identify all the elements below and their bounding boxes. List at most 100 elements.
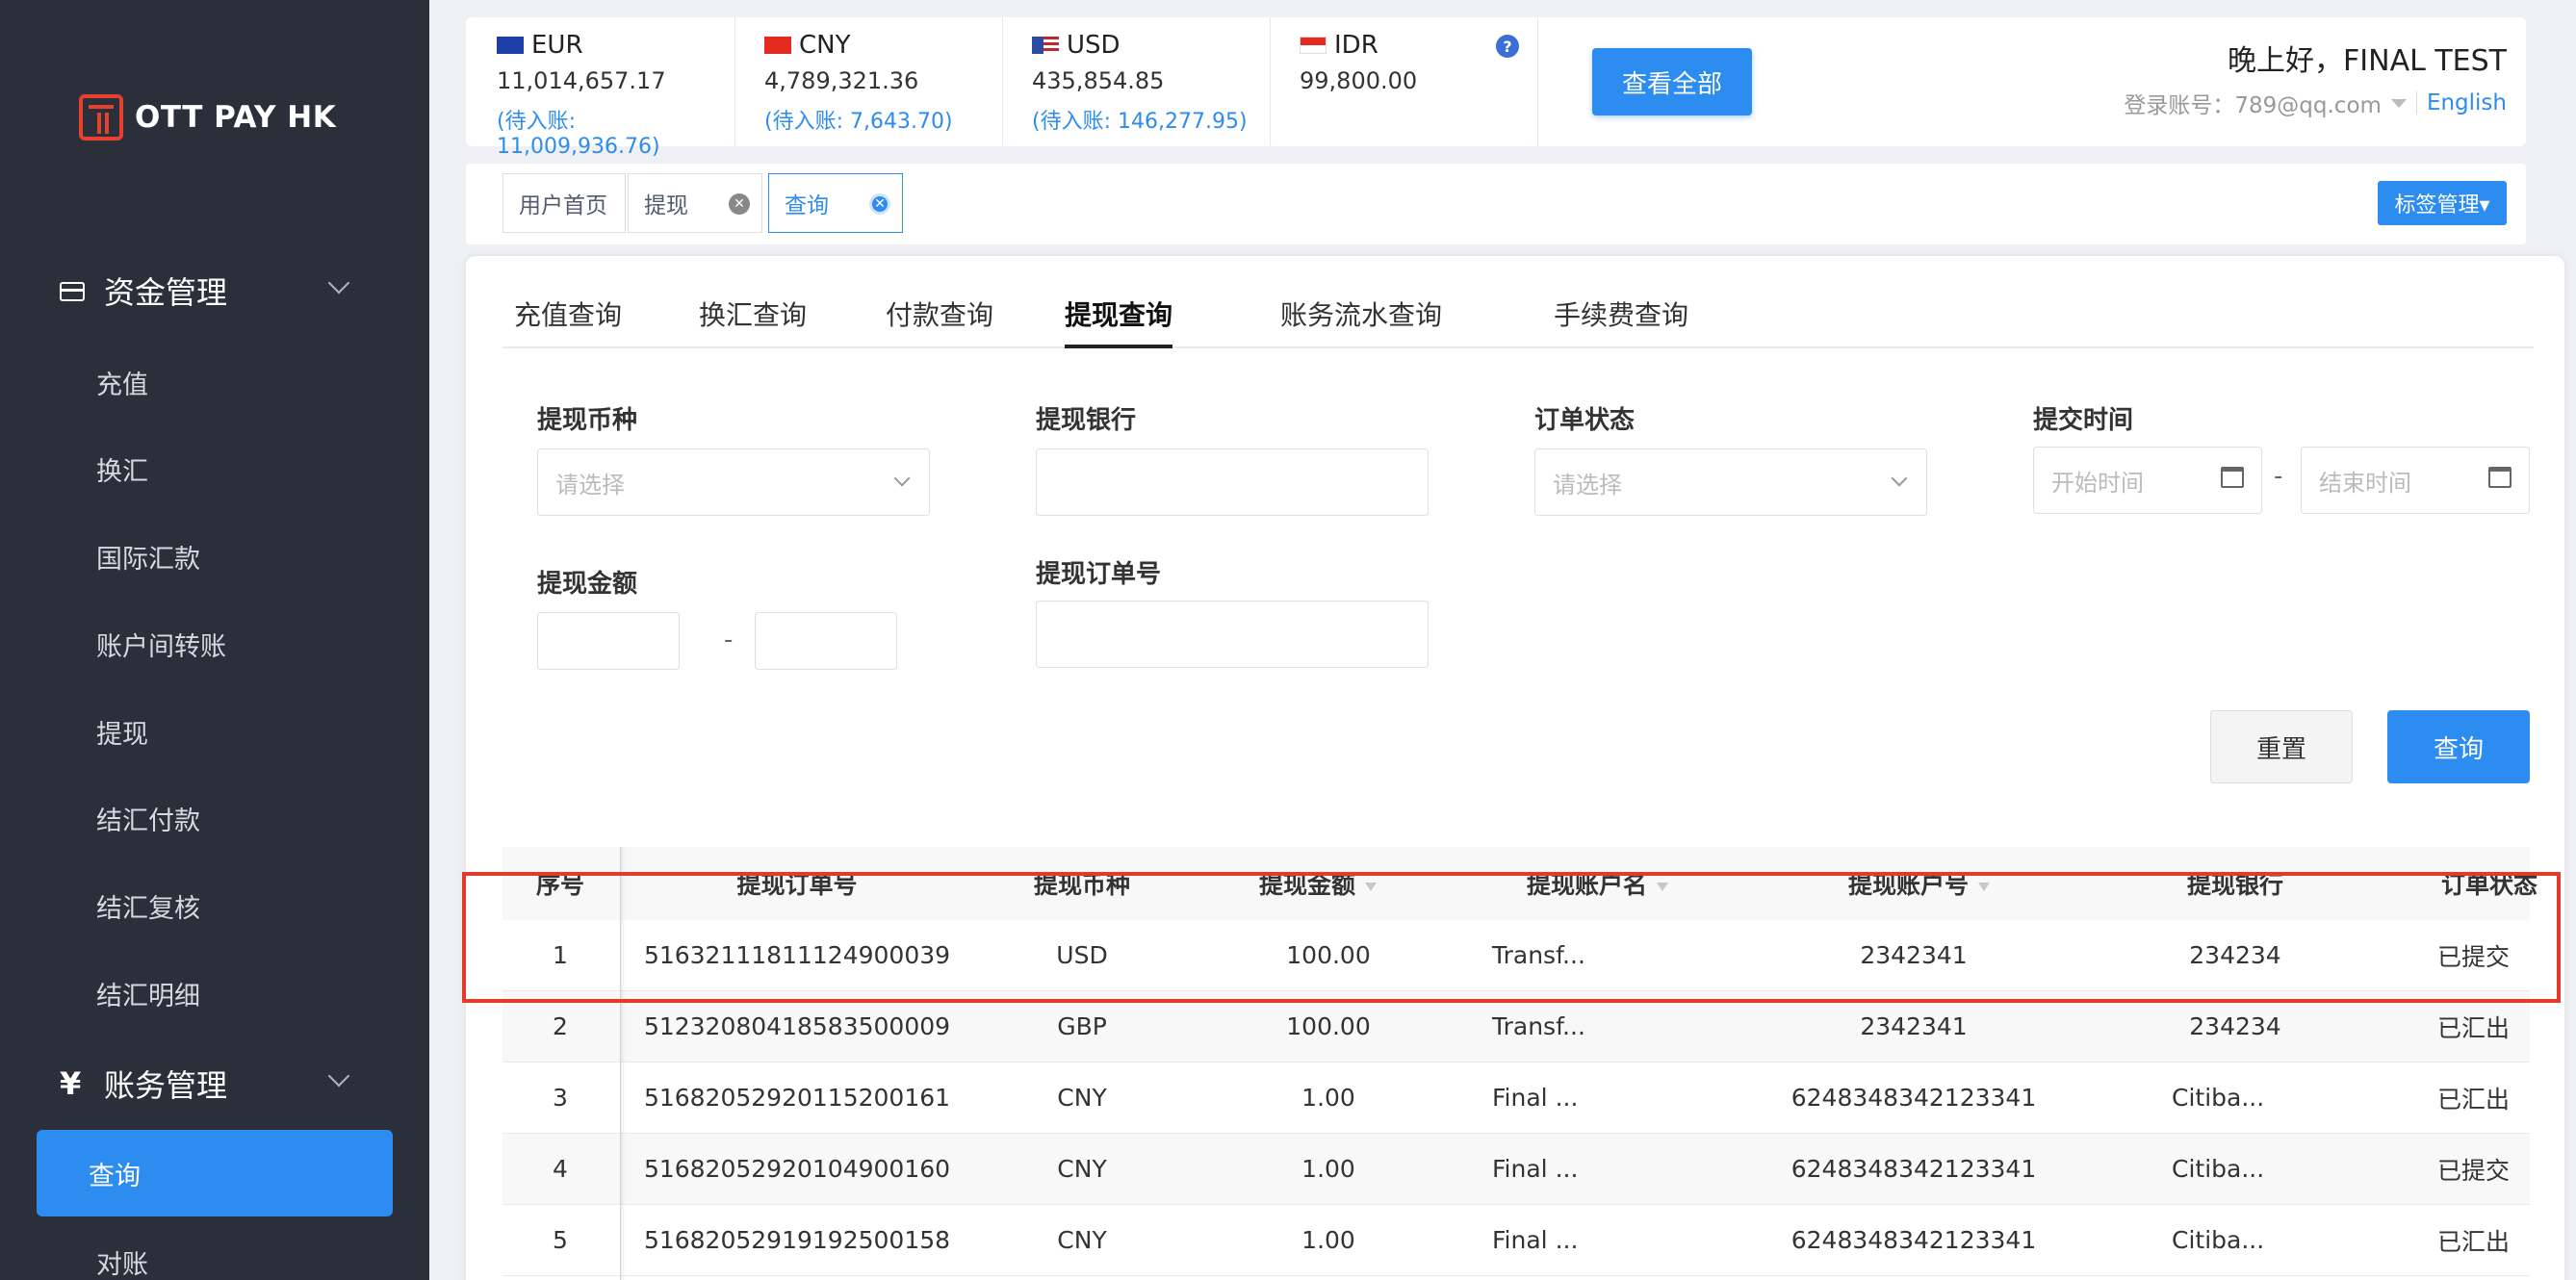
main-panel: 充值查询 换汇查询 付款查询 提现查询 账务流水查询 手续费查询 提现币种 请选… bbox=[466, 256, 2564, 1280]
chevron-down-icon bbox=[1891, 470, 1908, 487]
table-row[interactable]: 3 51682052920115200161 CNY 1.00 Final ..… bbox=[502, 1062, 2530, 1134]
bank-input[interactable] bbox=[1036, 448, 1429, 516]
sort-icon bbox=[1365, 882, 1378, 891]
sidebar-item-reconcile[interactable]: 对账 bbox=[0, 1228, 429, 1280]
order-number-input[interactable] bbox=[1036, 601, 1429, 668]
currency-bar: EUR 11,014,657.17 (待入账: 11,009,936.76) C… bbox=[466, 17, 2526, 159]
table-row[interactable]: 1 51632111811124900039 USD 100.00 Transf… bbox=[502, 920, 2530, 991]
cell-amount: 100.00 bbox=[1286, 941, 1371, 969]
end-date-input[interactable]: 结束时间 bbox=[2301, 447, 2530, 514]
tab-payment-query[interactable]: 付款查询 bbox=[886, 294, 993, 348]
header-label: 提现账户号 bbox=[1848, 871, 1970, 899]
currency-usd: USD 435,854.85 (待入账: 146,277.95) bbox=[1032, 17, 1271, 146]
nav-group-account-management[interactable]: ¥ 账务管理 bbox=[0, 1045, 429, 1122]
tab-fee-query[interactable]: 手续费查询 bbox=[1554, 294, 1688, 348]
currency-cny: CNY 4,789,321.36 (待入账: 7,643.70) bbox=[764, 17, 1003, 146]
currency-select[interactable]: 请选择 bbox=[537, 448, 930, 516]
cell-currency: CNY bbox=[1057, 1084, 1107, 1112]
tab-query[interactable]: 查询 ✕ bbox=[768, 173, 903, 233]
select-placeholder: 请选择 bbox=[555, 471, 625, 499]
header-order: 提现订单号 bbox=[736, 871, 858, 899]
nav-group-fund-management[interactable]: 资金管理 bbox=[0, 252, 429, 329]
tab-exchange-query[interactable]: 换汇查询 bbox=[699, 294, 807, 348]
logo-mark-icon bbox=[79, 94, 123, 141]
header-status: 订单状态 bbox=[2441, 871, 2538, 899]
sidebar-item-settle-pay[interactable]: 结汇付款 bbox=[0, 784, 429, 852]
sidebar-item-settle-detail[interactable]: 结汇明细 bbox=[0, 960, 429, 1027]
sidebar-item-query[interactable]: 查询 bbox=[37, 1130, 393, 1216]
nav-group-label: 资金管理 bbox=[104, 274, 228, 311]
table-header: 序号 提现订单号 提现币种 提现金额 提现账户名 提现账户号 提现银行 订单状态 bbox=[502, 847, 2537, 920]
chevron-down-icon bbox=[327, 271, 350, 294]
tab-ledger-query[interactable]: 账务流水查询 bbox=[1280, 294, 1442, 348]
tab-withdraw-query[interactable]: 提现查询 bbox=[1065, 294, 1173, 348]
currency-filter-label: 提现币种 bbox=[537, 406, 638, 435]
close-icon[interactable]: ✕ bbox=[729, 193, 750, 215]
reset-button[interactable]: 重置 bbox=[2210, 710, 2353, 783]
sidebar-item-label: 结汇付款 bbox=[96, 806, 200, 836]
cn-flag-icon bbox=[764, 37, 791, 54]
cell-order: 51682052920104900160 bbox=[643, 1155, 951, 1183]
tab-withdraw[interactable]: 提现 ✕ bbox=[628, 173, 762, 233]
date-range-dash: - bbox=[2274, 462, 2283, 491]
cell-account-name: Final ... bbox=[1492, 1155, 1579, 1183]
cell-amount: 100.00 bbox=[1286, 1012, 1371, 1040]
header-account-no[interactable]: 提现账户号 bbox=[1848, 866, 1991, 901]
divider bbox=[2415, 91, 2417, 115]
status-filter-label: 订单状态 bbox=[1534, 406, 1636, 435]
cell-account-no: 2342341 bbox=[1860, 1012, 1968, 1040]
status-select[interactable]: 请选择 bbox=[1534, 448, 1927, 516]
sidebar-item-recharge[interactable]: 充值 bbox=[0, 348, 429, 416]
login-account[interactable]: 登录账号：789@qq.com bbox=[2124, 87, 2382, 119]
table-row[interactable]: 2 51232080418583500009 GBP 100.00 Transf… bbox=[502, 991, 2530, 1062]
cell-no: 5 bbox=[553, 1226, 568, 1254]
currency-code: IDR bbox=[1334, 31, 1378, 60]
start-date-input[interactable]: 开始时间 bbox=[2033, 447, 2262, 514]
currency-pending: (待入账: 146,277.95) bbox=[1032, 110, 1248, 134]
currency-eur: EUR 11,014,657.17 (待入账: 11,009,936.76) bbox=[497, 17, 735, 159]
cell-account-no: 6248348342123341 bbox=[1790, 1226, 2037, 1254]
table-row[interactable]: 4 51682052920104900160 CNY 1.00 Final ..… bbox=[502, 1134, 2530, 1205]
currency-code: USD bbox=[1067, 31, 1121, 60]
sidebar-item-label: 查询 bbox=[89, 1161, 141, 1191]
header-amount[interactable]: 提现金额 bbox=[1259, 866, 1378, 901]
header-label: 提现金额 bbox=[1259, 871, 1356, 899]
close-icon[interactable]: ✕ bbox=[869, 193, 890, 215]
tab-home[interactable]: 用户首页 bbox=[502, 173, 626, 233]
amount-filter-label: 提现金额 bbox=[537, 570, 638, 599]
amount-min-input[interactable] bbox=[537, 612, 680, 670]
sidebar-item-label: 换汇 bbox=[96, 456, 148, 487]
table-row[interactable]: 5 51682052919192500158 CNY 1.00 Final ..… bbox=[502, 1205, 2530, 1276]
sidebar-item-exchange[interactable]: 换汇 bbox=[0, 435, 429, 502]
sidebar-item-label: 结汇复核 bbox=[96, 893, 200, 924]
cell-status: 已提交 bbox=[2437, 942, 2511, 971]
cell-status: 已汇出 bbox=[2437, 1085, 2511, 1114]
cell-amount: 1.00 bbox=[1301, 1084, 1355, 1112]
login-account-row: 登录账号：789@qq.com English bbox=[2124, 87, 2507, 119]
sidebar-item-intl-remit[interactable]: 国际汇款 bbox=[0, 523, 429, 590]
view-all-button[interactable]: 查看全部 bbox=[1592, 48, 1752, 115]
header-account-name[interactable]: 提现账户名 bbox=[1527, 866, 1669, 901]
cell-currency: CNY bbox=[1057, 1226, 1107, 1254]
sort-icon bbox=[1978, 882, 1991, 891]
page-tab-strip: 用户首页 提现 ✕ 查询 ✕ 标签管理▾ bbox=[466, 164, 2526, 244]
caret-down-icon[interactable] bbox=[2390, 98, 2407, 108]
cell-status: 已汇出 bbox=[2437, 1227, 2511, 1256]
sidebar-item-withdraw[interactable]: 提现 bbox=[0, 698, 429, 765]
amount-max-input[interactable] bbox=[755, 612, 897, 670]
currency-pending: (待入账: 7,643.70) bbox=[764, 110, 953, 134]
tag-manager-button[interactable]: 标签管理▾ bbox=[2378, 181, 2507, 225]
sidebar-item-transfer[interactable]: 账户间转账 bbox=[0, 610, 429, 678]
query-button[interactable]: 查询 bbox=[2387, 710, 2530, 783]
tab-recharge-query[interactable]: 充值查询 bbox=[514, 294, 622, 348]
sidebar: OTT PAY HK 资金管理 充值 换汇 国际汇款 账户间转账 提现 结汇付款… bbox=[0, 0, 429, 1280]
language-switch[interactable]: English bbox=[2427, 90, 2507, 115]
currency-balance: 435,854.85 bbox=[1032, 67, 1165, 94]
sidebar-item-settle-review[interactable]: 结汇复核 bbox=[0, 872, 429, 939]
date-placeholder: 结束时间 bbox=[2319, 469, 2411, 497]
cell-account-name: Final ... bbox=[1492, 1084, 1579, 1112]
brand-logo[interactable]: OTT PAY HK bbox=[79, 94, 336, 141]
help-icon[interactable]: ? bbox=[1496, 35, 1519, 58]
date-placeholder: 开始时间 bbox=[2051, 469, 2144, 497]
cell-account-no: 2342341 bbox=[1860, 941, 1968, 969]
